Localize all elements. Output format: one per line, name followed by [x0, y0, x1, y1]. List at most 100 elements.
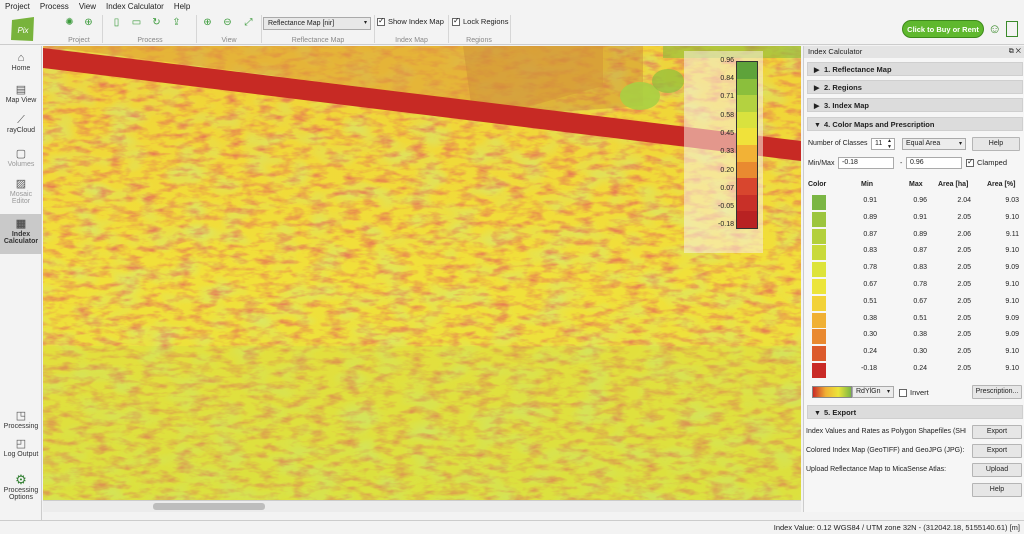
table-row[interactable]: 0.24 0.30 2.05 9.10 [807, 345, 1023, 362]
section-color-maps[interactable]: ▼ 4. Color Maps and Prescription [807, 117, 1023, 131]
invert-checkbox[interactable]: Invert [899, 388, 929, 397]
menu-index-calculator[interactable]: Index Calculator [101, 0, 169, 13]
table-row[interactable]: 0.67 0.78 2.05 9.10 [807, 278, 1023, 294]
cell-ha: 2.05 [957, 247, 971, 255]
log-icon: ◰ [15, 438, 27, 450]
class-color-swatch[interactable] [812, 228, 826, 244]
sidebar-label: Mosaic Editor [9, 191, 33, 205]
cell-min: 0.30 [863, 331, 877, 339]
panel-layout-icon[interactable] [1006, 21, 1018, 37]
sidebar-item-volumes[interactable]: ▢ Volumes [0, 148, 42, 168]
sidebar-item-mosaic-editor[interactable]: ▨ Mosaic Editor [0, 178, 42, 205]
sidebar-item-home[interactable]: ⌂ Home [0, 52, 42, 72]
menu-view[interactable]: View [74, 0, 101, 13]
export-help-button[interactable]: Help [972, 483, 1022, 497]
open-folder-icon[interactable]: ▭ [130, 16, 143, 29]
header-area-pct: Area [%] [987, 181, 1016, 188]
section-regions[interactable]: ▶ 2. Regions [807, 80, 1023, 94]
toolbar-divider [196, 15, 197, 43]
help-button[interactable]: Help [972, 137, 1020, 151]
menu-project[interactable]: Project [0, 0, 35, 13]
table-row[interactable]: 0.91 0.96 2.04 9.03 [807, 194, 1023, 210]
caret-down-icon: ▼ [814, 122, 821, 129]
sidebar-item-processing-options[interactable]: ⚙ Processing Options [0, 472, 42, 501]
table-row[interactable]: 0.78 0.83 2.05 9.09 [807, 261, 1023, 278]
menu-process[interactable]: Process [35, 0, 74, 13]
legend-label: 0.84 [720, 75, 734, 82]
clamped-checkbox[interactable]: Clamped [966, 157, 1007, 167]
crosshair-icon[interactable]: ⊕ [82, 16, 95, 29]
reflectance-map-dropdown[interactable]: Reflectance Map [nir] ▾ [263, 17, 371, 30]
zoom-out-icon[interactable]: ⊖ [221, 16, 234, 29]
new-file-icon[interactable]: ▯ [110, 16, 123, 29]
scrollbar-thumb[interactable] [153, 503, 265, 510]
export-icon[interactable]: ⇪ [170, 16, 183, 29]
cell-min: 0.87 [863, 230, 877, 238]
sidebar-item-log-output[interactable]: ◰ Log Output [0, 438, 42, 458]
fit-view-icon[interactable]: ⤢ [242, 16, 255, 29]
class-color-swatch[interactable] [812, 295, 826, 311]
show-index-map-checkbox[interactable]: Show Index Map [377, 16, 444, 26]
checkbox-checked-icon [377, 16, 385, 26]
panel-title-bar: Index Calculator ⧉ ✕ [804, 46, 1024, 58]
cell-min: -0.18 [861, 365, 877, 372]
classification-method-dropdown[interactable]: Equal Area ▾ [902, 138, 966, 150]
section-index-map[interactable]: ▶ 3. Index Map [807, 98, 1023, 112]
float-icon[interactable]: ⧉ [1009, 48, 1014, 55]
class-color-swatch[interactable] [812, 211, 826, 227]
export-shapefile-button[interactable]: Export [972, 425, 1022, 439]
sidebar-item-processing[interactable]: ◳ Processing [0, 410, 42, 430]
menu-help[interactable]: Help [169, 0, 195, 13]
min-input[interactable]: -0.18 [838, 157, 894, 169]
gear-icon: ⚙ [15, 472, 27, 487]
refresh-icon[interactable]: ↻ [150, 16, 163, 29]
sidebar-label: Processing Options [3, 487, 39, 501]
horizontal-scrollbar[interactable] [43, 500, 801, 512]
sidebar-item-map-view[interactable]: ▤ Map View [0, 84, 42, 104]
class-color-swatch[interactable] [812, 195, 826, 210]
lock-regions-checkbox[interactable]: Lock Regions [452, 16, 508, 26]
cell-min: 0.38 [863, 314, 877, 322]
project-group: ✺ ⊕ Project [58, 13, 100, 45]
table-row[interactable]: 0.51 0.67 2.05 9.10 [807, 295, 1023, 311]
zoom-in-icon[interactable]: ⊕ [201, 16, 214, 29]
group-label-reflectance-map: Reflectance Map [291, 37, 345, 44]
cell-max: 0.67 [913, 297, 927, 305]
number-of-classes-spinbox[interactable]: 11 ▲ ▼ [871, 138, 895, 150]
colormap-dropdown[interactable]: RdYlGn ▾ [852, 386, 894, 398]
table-row[interactable]: 0.83 0.87 2.05 9.10 [807, 244, 1023, 261]
spin-arrows-icon[interactable]: ▲ ▼ [887, 138, 892, 150]
close-icon[interactable]: ✕ [1016, 48, 1021, 55]
export-geotiff-button[interactable]: Export [972, 444, 1022, 458]
class-color-swatch[interactable] [812, 262, 826, 278]
prescription-button[interactable]: Prescription... [972, 385, 1022, 399]
table-row[interactable]: -0.18 0.24 2.05 9.10 [807, 362, 1023, 378]
export-geotiff-label: Colored Index Map (GeoTIFF) and GeoJPG (… [806, 447, 965, 454]
sidebar-label: Map View [5, 97, 37, 104]
section-label: 5. Export [824, 408, 857, 417]
section-export[interactable]: ▼ 5. Export [807, 405, 1023, 419]
class-color-swatch[interactable] [812, 329, 826, 345]
max-input[interactable]: 0.96 [906, 157, 962, 169]
satellite-icon[interactable]: ✺ [63, 16, 76, 29]
class-color-swatch[interactable] [812, 346, 826, 362]
class-color-swatch[interactable] [812, 279, 826, 294]
class-color-swatch[interactable] [812, 245, 826, 261]
sidebar-item-raycloud[interactable]: ⟋ rayCloud [0, 114, 42, 134]
upload-atlas-button[interactable]: Upload [972, 463, 1022, 477]
table-row[interactable]: 0.87 0.89 2.06 9.11 [807, 228, 1023, 244]
table-row[interactable]: 0.30 0.38 2.05 9.09 [807, 328, 1023, 345]
toolbar-divider [102, 15, 103, 43]
table-row[interactable]: 0.89 0.91 2.05 9.10 [807, 211, 1023, 227]
cell-pct: 9.10 [1005, 365, 1019, 372]
buy-or-rent-button[interactable]: Click to Buy or Rent [902, 20, 984, 38]
pix4d-logo: Pix [9, 15, 37, 43]
section-reflectance-map[interactable]: ▶ 1. Reflectance Map [807, 62, 1023, 76]
table-row[interactable]: 0.38 0.51 2.05 9.09 [807, 312, 1023, 328]
sidebar-item-index-calculator[interactable]: ▦ Index Calculator [0, 214, 42, 254]
user-account-icon[interactable]: ☺ [988, 21, 1002, 37]
map-icon: ▤ [15, 84, 27, 96]
cell-min: 0.67 [863, 281, 877, 288]
class-color-swatch[interactable] [812, 363, 826, 378]
class-color-swatch[interactable] [812, 312, 826, 328]
